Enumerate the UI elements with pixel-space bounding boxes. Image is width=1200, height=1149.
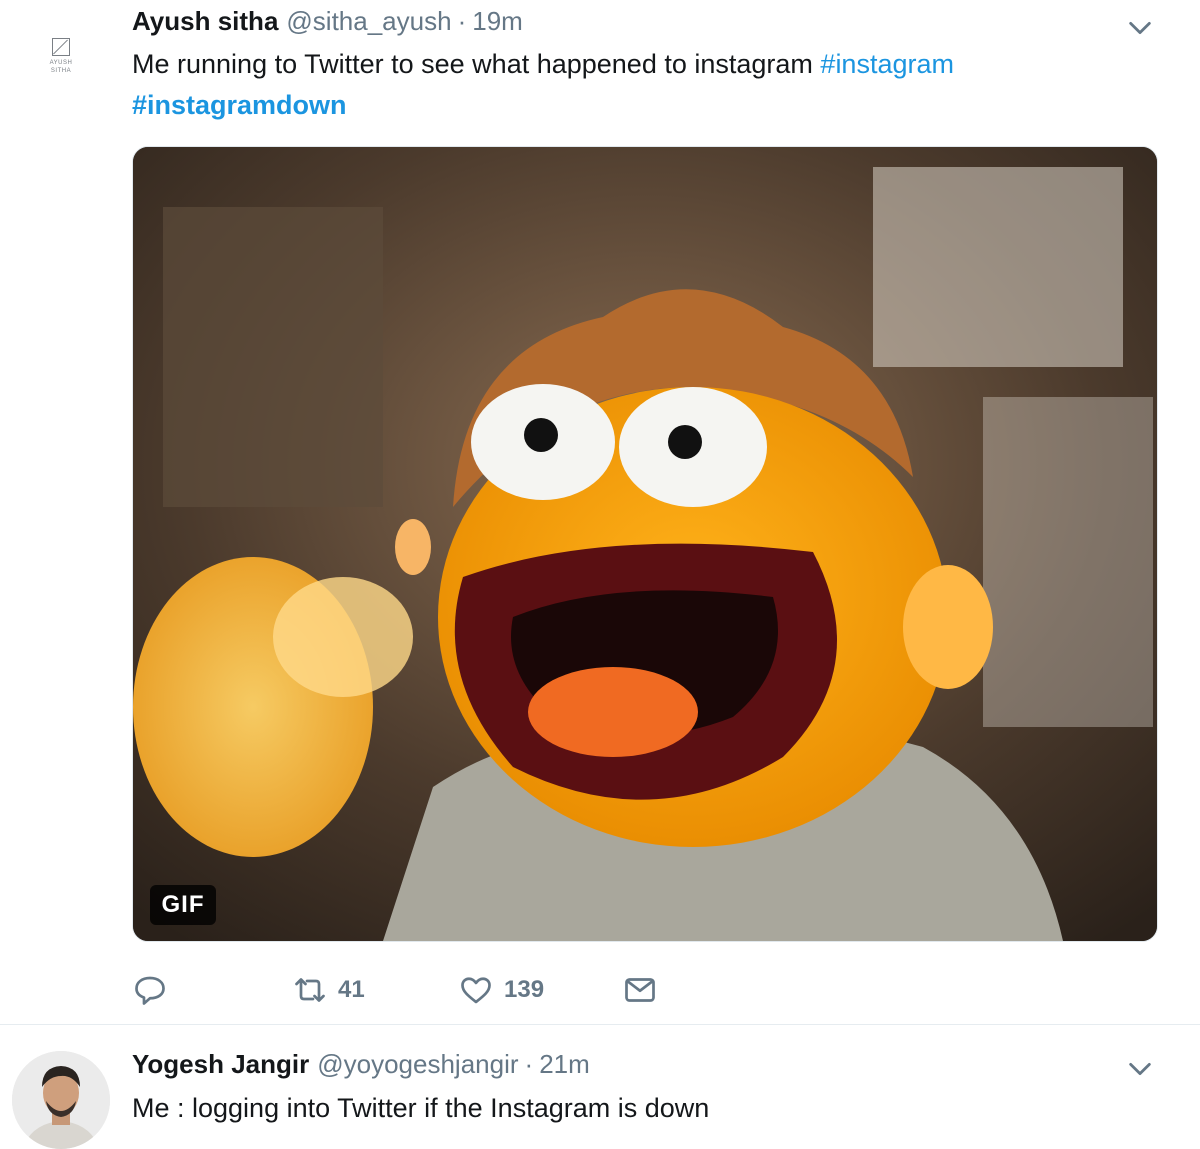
separator: · (457, 6, 467, 36)
chevron-down-icon[interactable] (1126, 14, 1154, 42)
timestamp[interactable]: 21m (539, 1049, 590, 1080)
reply-button[interactable] (132, 968, 168, 1012)
retweet-count: 41 (338, 976, 365, 1003)
tweet-header: Yogesh Jangir @yoyogeshjangir · 21m (132, 1049, 590, 1085)
message-button[interactable] (622, 968, 658, 1012)
gif-badge: GIF (150, 885, 216, 925)
user-handle[interactable]: @yoyogeshjangir (317, 1049, 518, 1080)
avatar-logo-text-top: AYUSH (49, 60, 73, 66)
tweet-text: Me : logging into Twitter if the Instagr… (132, 1093, 710, 1123)
retweet-button[interactable]: 41 (292, 968, 365, 1012)
tweet-text-main: Me running to Twitter to see what happen… (132, 49, 821, 79)
message-icon (625, 978, 655, 1002)
retweet-icon (295, 978, 325, 1002)
timestamp[interactable]: 19m (472, 6, 523, 37)
like-button[interactable]: 139 (458, 968, 544, 1012)
hashtag-link[interactable]: #instagram (820, 49, 954, 79)
logo-mark-icon (52, 38, 70, 56)
tweet[interactable]: Yogesh Jangir @yoyogeshjangir · 21m Me :… (0, 1025, 1200, 1149)
gif-media[interactable]: GIF (132, 146, 1158, 942)
user-name[interactable]: Ayush sitha (132, 6, 278, 37)
tweet-text: Me running to Twitter to see what happen… (132, 44, 1152, 126)
like-icon (461, 977, 491, 1004)
avatar[interactable]: AYUSH SITHA (44, 38, 78, 84)
gif-image (133, 147, 1157, 941)
hashtag-link[interactable]: #instagramdown (132, 90, 347, 120)
avatar[interactable] (12, 1051, 110, 1149)
like-count: 139 (504, 976, 545, 1003)
tweet[interactable]: AYUSH SITHA Ayush sitha @sitha_ayush · 1… (0, 0, 1200, 1024)
avatar-logo-text-bottom: SITHA (50, 68, 72, 74)
tweet-header: Ayush sitha @sitha_ayush · 19m (132, 6, 523, 42)
chevron-down-icon[interactable] (1126, 1055, 1154, 1083)
avatar-image (12, 1051, 110, 1149)
user-name[interactable]: Yogesh Jangir (132, 1049, 309, 1080)
separator: · (524, 1049, 534, 1079)
tweet-actions: 41 139 (132, 968, 732, 1012)
user-handle[interactable]: @sitha_ayush (286, 6, 451, 37)
reply-icon (135, 976, 165, 1005)
